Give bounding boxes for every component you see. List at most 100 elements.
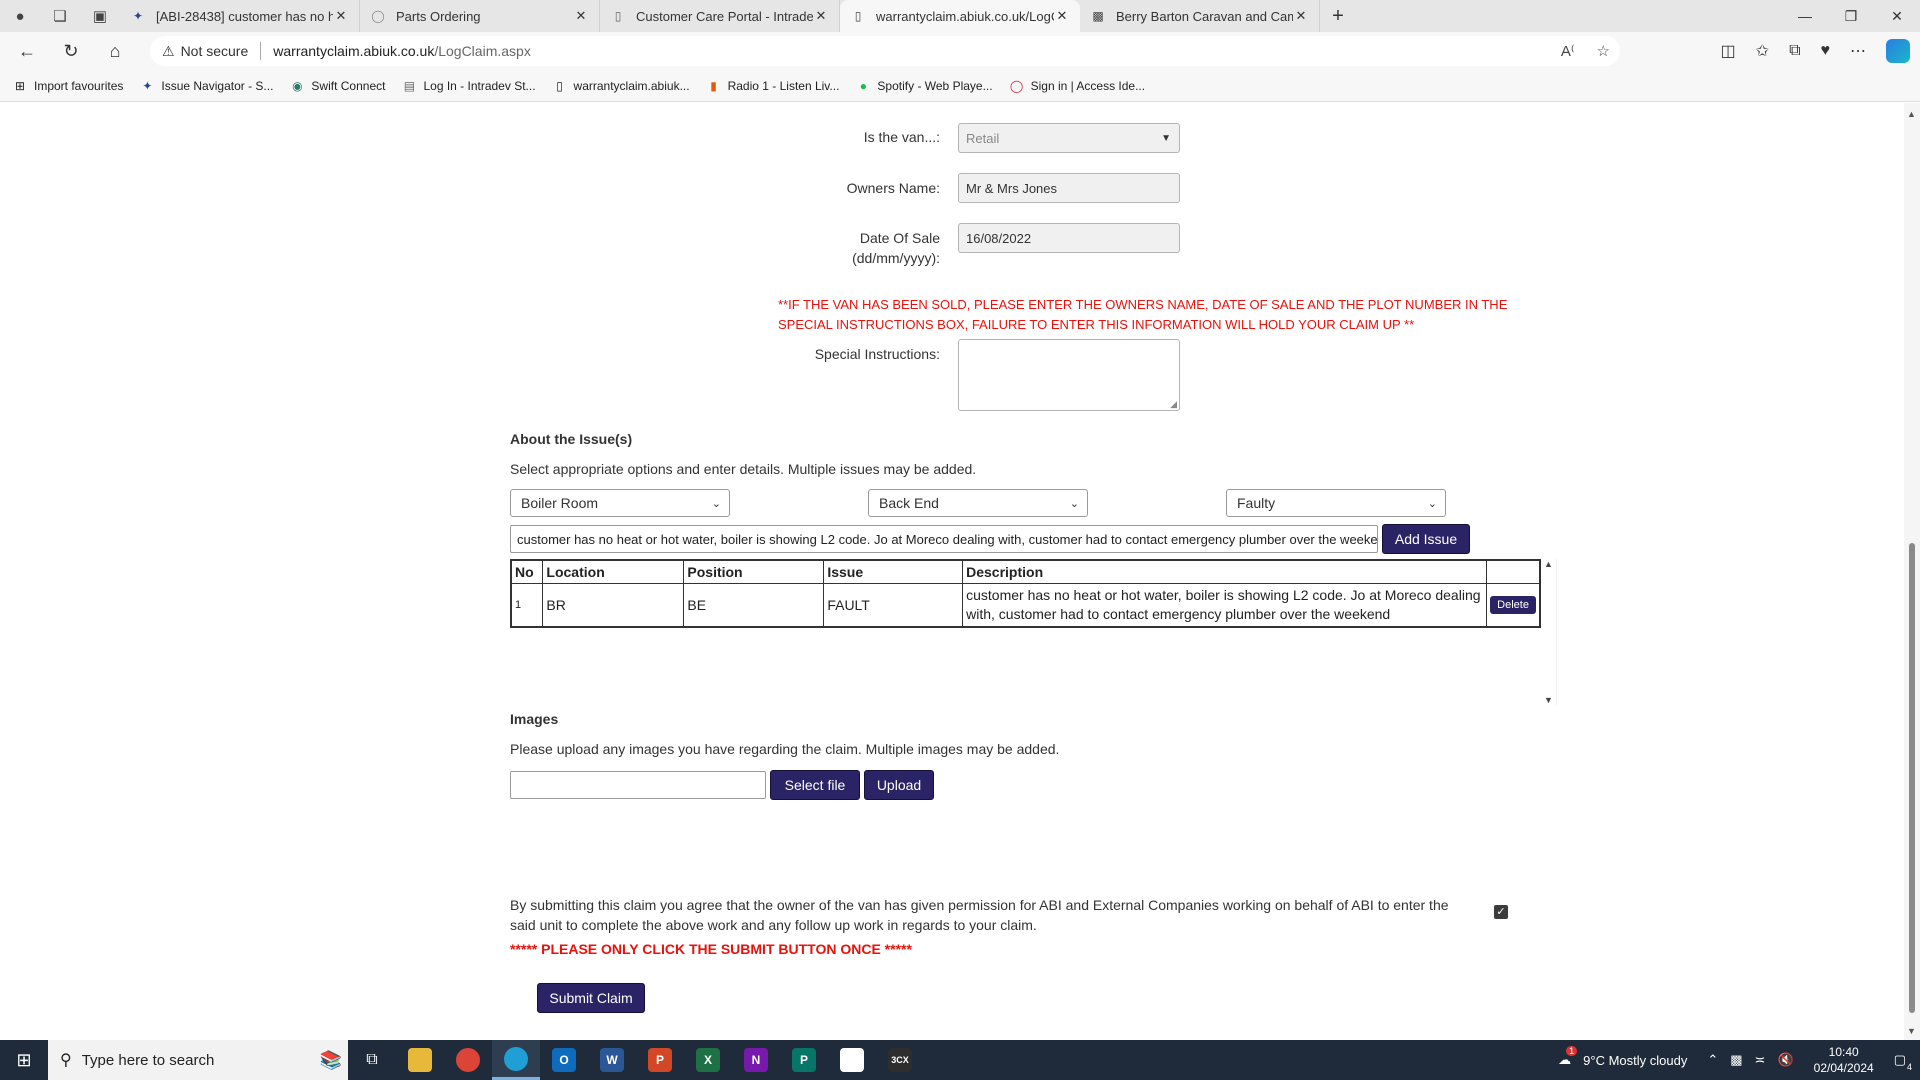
notifications-icon[interactable]: ▢ 4 [1894, 1052, 1912, 1072]
tab-actions-icon[interactable]: ▣ [80, 0, 120, 32]
add-issue-button[interactable]: Add Issue [1382, 524, 1470, 554]
back-arrow-icon[interactable]: ← [5, 32, 49, 70]
more-menu-icon[interactable]: ⋯ [1850, 41, 1866, 61]
fav-swift-connect[interactable]: ◉ Swift Connect [289, 78, 385, 94]
tab-warranty-claim[interactable]: ▯ warrantyclaim.abiuk.co.uk/LogCl ✕ [840, 0, 1080, 32]
location-select[interactable]: Boiler Room ⌄ [510, 489, 730, 517]
new-tab-icon[interactable]: + [1320, 5, 1356, 28]
close-tab-icon[interactable]: ✕ [1054, 8, 1070, 24]
notepad-icon[interactable] [828, 1040, 876, 1080]
scroll-up-icon[interactable]: ▲ [1907, 109, 1916, 119]
issue-description-input[interactable]: customer has no heat or hot water, boile… [510, 525, 1378, 553]
chevron-down-icon: ⌄ [1427, 497, 1437, 510]
collections-icon[interactable]: ⧉ [1789, 42, 1800, 60]
issue-type-select[interactable]: Faulty ⌄ [1226, 489, 1446, 517]
weather-text[interactable]: 9°C Mostly cloudy [1583, 1053, 1687, 1068]
col-location: Location [542, 559, 685, 584]
date-of-sale-field[interactable]: 16/08/2022 [958, 223, 1180, 253]
close-tab-icon[interactable]: ✕ [1293, 8, 1309, 24]
fav-radio1[interactable]: ▮ Radio 1 - Listen Liv... [706, 78, 839, 94]
restore-icon[interactable]: ❐ [1828, 0, 1874, 32]
split-screen-icon[interactable]: ◫ [1721, 41, 1736, 61]
refresh-icon[interactable]: ↻ [49, 32, 93, 70]
tab-jira[interactable]: ✦ [ABI-28438] customer has no hea ✕ [120, 0, 360, 32]
scroll-down-icon[interactable]: ▼ [1907, 1026, 1916, 1036]
close-tab-icon[interactable]: ✕ [333, 8, 349, 24]
scroll-down-icon[interactable]: ▼ [1544, 695, 1553, 705]
minimize-icon[interactable]: — [1782, 0, 1828, 32]
page-icon: ▯ [854, 9, 862, 23]
tab-title: [ABI-28438] customer has no hea [156, 8, 333, 24]
favourites-icon[interactable]: ✩ [1756, 41, 1769, 61]
table-scrollbar[interactable]: ▲ ▼ [1542, 559, 1556, 705]
special-instructions-textarea[interactable]: ◢ [958, 339, 1180, 411]
tab-parts-ordering[interactable]: ◯ Parts Ordering ✕ [360, 0, 600, 32]
publisher-icon[interactable]: P [780, 1040, 828, 1080]
powerpoint-icon[interactable]: P [636, 1040, 684, 1080]
file-path-input[interactable] [510, 771, 766, 799]
security-indicator[interactable]: ⚠ Not secure [162, 43, 248, 60]
fav-warrantyclaim[interactable]: ▯ warrantyclaim.abiuk... [552, 78, 689, 94]
close-tab-icon[interactable]: ✕ [813, 8, 829, 24]
home-icon[interactable]: ⌂ [93, 32, 137, 70]
page-scrollbar[interactable]: ▲ ▼ [1904, 103, 1920, 1040]
address-bar[interactable]: ⚠ Not secure warrantyclaim.abiuk.co.uk/L… [150, 36, 1620, 66]
fav-intradev-login[interactable]: ▤ Log In - Intradev St... [401, 78, 536, 94]
consent-checkbox[interactable]: ✓ [1494, 905, 1508, 919]
date-of-sale-label: Date Of Sale [859, 230, 940, 246]
chevron-down-icon: ⌄ [1069, 497, 1079, 510]
copilot-icon[interactable] [1886, 39, 1910, 63]
cell-position: BE [683, 582, 825, 627]
file-explorer-icon[interactable] [396, 1040, 444, 1080]
clock[interactable]: 10:40 02/04/2024 [1814, 1044, 1874, 1076]
submit-claim-button[interactable]: Submit Claim [537, 983, 645, 1013]
cell-issue: FAULT [823, 582, 964, 627]
fav-issue-navigator[interactable]: ✦ Issue Navigator - S... [139, 78, 273, 94]
owner-name-field[interactable]: Mr & Mrs Jones [958, 173, 1180, 203]
3cx-icon[interactable]: 3CX [876, 1040, 924, 1080]
tab-berry-barton[interactable]: ▩ Berry Barton Caravan and Campi ✕ [1080, 0, 1320, 32]
card-icon: ▩ [1092, 9, 1104, 23]
scrollbar-thumb[interactable] [1909, 543, 1915, 1013]
close-window-icon[interactable]: ✕ [1874, 0, 1920, 32]
taskbar-search[interactable]: ⚲ Type here to search 📚 [48, 1040, 348, 1080]
fav-spotify[interactable]: ● Spotify - Web Playe... [855, 78, 993, 94]
network-icon[interactable]: ≍ [1755, 1052, 1766, 1068]
upload-button[interactable]: Upload [864, 770, 934, 800]
special-instructions-label: Special Instructions: [814, 346, 940, 362]
url-text[interactable]: warrantyclaim.abiuk.co.uk/LogClaim.aspx [273, 43, 531, 59]
chrome-icon[interactable] [444, 1040, 492, 1080]
col-actions [1486, 559, 1541, 584]
browser-essentials-icon[interactable]: ♥ [1821, 42, 1831, 60]
page-icon: ▯ [556, 78, 563, 93]
fav-import[interactable]: ⊞ Import favourites [12, 78, 123, 94]
windows-start-icon[interactable]: ⊞ [0, 1040, 48, 1080]
profile-icon[interactable]: ● [0, 0, 40, 32]
van-type-select[interactable]: Retail ▼ [958, 123, 1180, 153]
favourite-star-icon[interactable]: ☆ [1597, 42, 1610, 60]
consent-text: By submitting this claim you agree that … [510, 897, 1449, 933]
edge-icon[interactable] [492, 1040, 540, 1080]
chevron-up-icon[interactable]: ⌃ [1707, 1052, 1718, 1068]
close-tab-icon[interactable]: ✕ [573, 8, 589, 24]
resize-grip-icon[interactable]: ◢ [1170, 399, 1177, 410]
col-description: Description [962, 559, 1488, 584]
position-select[interactable]: Back End ⌄ [868, 489, 1088, 517]
onenote-icon[interactable]: N [732, 1040, 780, 1080]
delete-issue-button[interactable]: Delete [1490, 596, 1536, 614]
task-view-icon[interactable]: ⧉ [348, 1040, 396, 1080]
read-aloud-icon[interactable]: A⁽ [1561, 42, 1575, 60]
word-icon[interactable]: W [588, 1040, 636, 1080]
scroll-up-icon[interactable]: ▲ [1544, 559, 1553, 569]
fav-sign-in[interactable]: ◯ Sign in | Access Ide... [1009, 78, 1145, 94]
select-file-button[interactable]: Select file [770, 770, 860, 800]
display-icon[interactable]: ▩ [1730, 1052, 1742, 1068]
excel-icon[interactable]: X [684, 1040, 732, 1080]
volume-muted-icon[interactable]: 🔇 [1777, 1052, 1793, 1068]
weather-icon[interactable]: ☁ 1 [1558, 1046, 1578, 1068]
workspaces-icon[interactable]: ❏ [40, 0, 80, 32]
issues-table-container: No Location Position Issue Description 1… [510, 559, 1557, 705]
outlook-icon[interactable]: O [540, 1040, 588, 1080]
tab-strip: ● ❏ ▣ ✦ [ABI-28438] customer has no hea … [0, 0, 1920, 32]
tab-customer-care[interactable]: ▯ Customer Care Portal - Intradev ✕ [600, 0, 840, 32]
